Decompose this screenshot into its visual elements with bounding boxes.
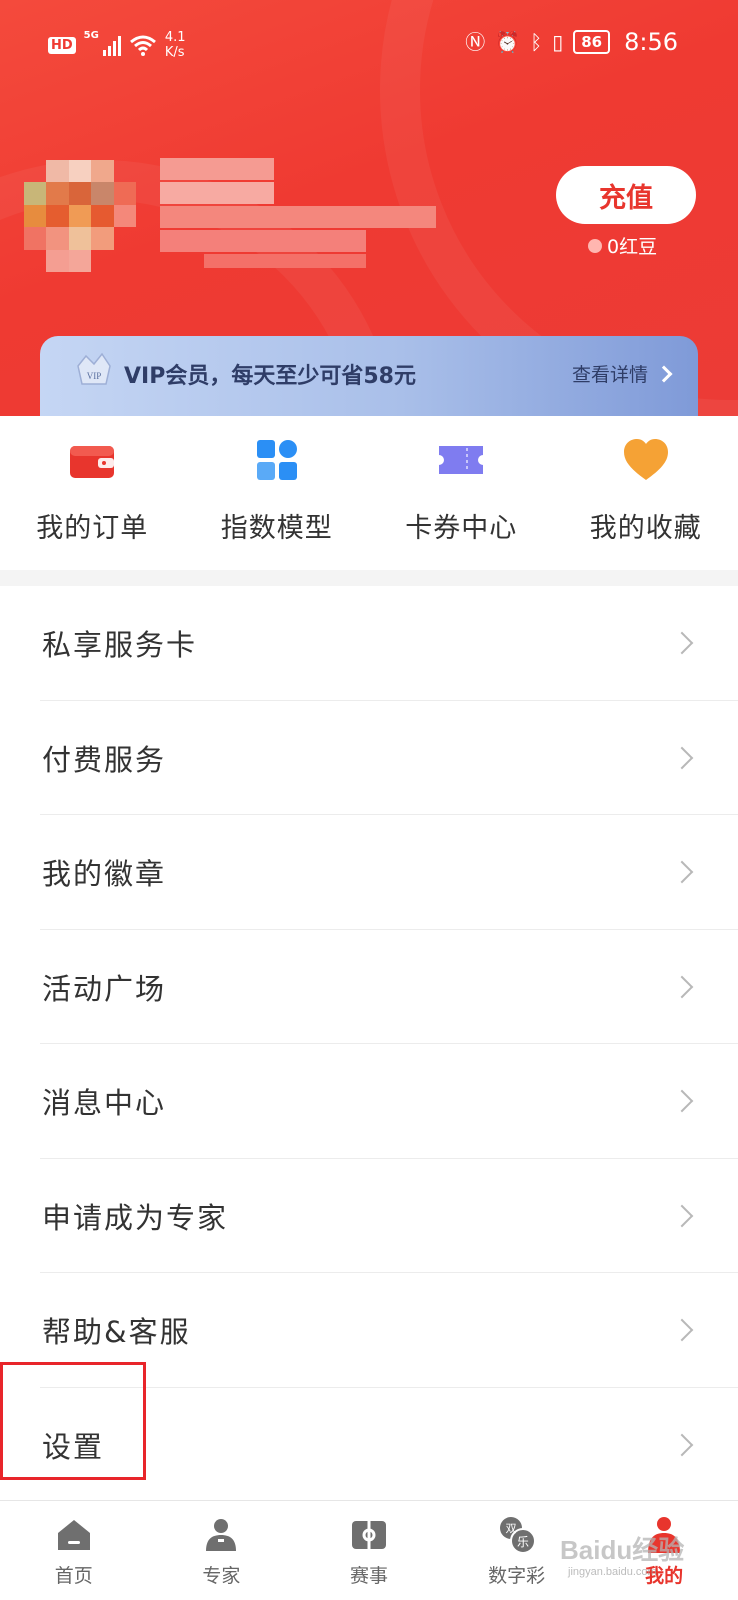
menu-item-paid-services[interactable]: 付费服务 xyxy=(0,701,738,815)
hd-badge: HD xyxy=(48,36,76,54)
menu-item-settings[interactable]: 设置 xyxy=(0,1388,738,1503)
tab-label: 赛事 xyxy=(349,1565,388,1587)
chevron-right-icon xyxy=(670,1089,694,1113)
match-icon xyxy=(351,1521,386,1549)
menu-item-label: 我的徽章 xyxy=(42,857,167,892)
quick-action-orders[interactable]: 我的订单 xyxy=(0,416,185,570)
alarm-icon: ⏰ xyxy=(495,30,521,54)
quick-action-label: 我的收藏 xyxy=(589,513,702,544)
bean-icon xyxy=(588,238,602,253)
beans-text: 0红豆 xyxy=(607,236,658,258)
chevron-right-icon xyxy=(670,631,694,655)
lottery-icon: 双 乐 xyxy=(499,1517,536,1554)
vip-detail-link[interactable]: 查看详情 xyxy=(572,360,673,387)
status-bar: HD 5G 4.1 K/s Ⓝ ⏰ ᛒ ▯ 86 8:56 xyxy=(0,0,738,84)
quick-action-label: 卡券中心 xyxy=(405,513,518,544)
quick-action-coupons[interactable]: 卡券中心 xyxy=(369,416,554,570)
clock: 8:56 xyxy=(624,28,678,56)
watermark: Baidu经验 xyxy=(560,1535,685,1565)
nfc-icon: Ⓝ xyxy=(465,30,486,54)
quick-action-favorites[interactable]: 我的收藏 xyxy=(554,416,738,570)
tab-label: 专家 xyxy=(202,1565,241,1587)
chevron-right-icon xyxy=(670,1204,694,1228)
crown-label: VIP xyxy=(87,371,102,381)
quick-action-label: 我的订单 xyxy=(36,513,149,544)
grid-icon xyxy=(256,440,297,480)
lottery-badge-bottom: 乐 xyxy=(517,1535,529,1549)
tab-expert[interactable]: 专家 xyxy=(148,1501,296,1600)
avatar[interactable] xyxy=(24,160,136,272)
quick-actions: 我的订单 指数模型 卡券中心 我的收藏 xyxy=(0,416,738,570)
chevron-right-icon xyxy=(670,746,694,770)
menu-item-label: 设置 xyxy=(42,1429,105,1464)
tab-label: 数字彩 xyxy=(488,1565,546,1587)
network-speed: 4.1 K/s xyxy=(164,30,186,60)
username-blurred xyxy=(160,158,436,270)
recharge-button[interactable]: 充值 xyxy=(556,166,696,224)
chevron-right-icon xyxy=(655,365,673,382)
wallet-icon xyxy=(70,446,115,478)
expert-icon xyxy=(206,1519,237,1551)
network-type: 5G xyxy=(83,30,99,41)
menu-list: 私享服务卡 付费服务 我的徽章 活动广场 消息中心 申请成为专家 帮助&客服 设… xyxy=(0,586,738,1500)
home-icon xyxy=(57,1520,90,1550)
heart-icon xyxy=(623,439,668,480)
lottery-badge-top: 双 xyxy=(505,1522,516,1535)
quick-action-index-model[interactable]: 指数模型 xyxy=(185,416,370,570)
menu-item-help-support[interactable]: 帮助&客服 xyxy=(0,1273,738,1388)
vip-text: VIP会员，每天至少可省58元 xyxy=(124,364,416,389)
tab-home[interactable]: 首页 xyxy=(0,1501,148,1600)
menu-item-badges[interactable]: 我的徽章 xyxy=(0,815,738,930)
battery-indicator: 86 xyxy=(573,30,611,54)
crown-icon: VIP xyxy=(77,352,111,385)
menu-item-label: 帮助&客服 xyxy=(42,1315,191,1350)
menu-item-label: 付费服务 xyxy=(42,742,167,777)
chevron-right-icon xyxy=(670,1318,694,1342)
ticket-icon xyxy=(439,446,484,474)
menu-item-label: 消息中心 xyxy=(42,1086,167,1121)
red-beans-balance[interactable]: 0红豆 xyxy=(588,232,657,259)
menu-item-label: 活动广场 xyxy=(42,971,167,1006)
vip-banner[interactable]: VIP VIP会员，每天至少可省58元 查看详情 xyxy=(40,336,698,416)
chevron-right-icon xyxy=(670,860,694,884)
menu-item-label: 申请成为专家 xyxy=(42,1200,229,1235)
quick-action-label: 指数模型 xyxy=(220,513,333,544)
menu-item-label: 私享服务卡 xyxy=(42,628,198,663)
tab-matches[interactable]: 赛事 xyxy=(295,1501,443,1600)
vibrate-icon: ▯ xyxy=(552,30,564,54)
watermark-url: jingyan.baidu.com xyxy=(568,1566,657,1578)
menu-item-message-center[interactable]: 消息中心 xyxy=(0,1044,738,1159)
bluetooth-icon: ᛒ xyxy=(530,30,543,54)
signal-icon xyxy=(102,34,121,56)
tab-label: 首页 xyxy=(54,1565,93,1587)
menu-item-activity-plaza[interactable]: 活动广场 xyxy=(0,930,738,1044)
menu-item-private-service-card[interactable]: 私享服务卡 xyxy=(0,586,738,701)
menu-item-apply-expert[interactable]: 申请成为专家 xyxy=(0,1159,738,1273)
wifi-icon xyxy=(129,35,156,56)
chevron-right-icon xyxy=(670,975,694,999)
chevron-right-icon xyxy=(670,1433,694,1457)
